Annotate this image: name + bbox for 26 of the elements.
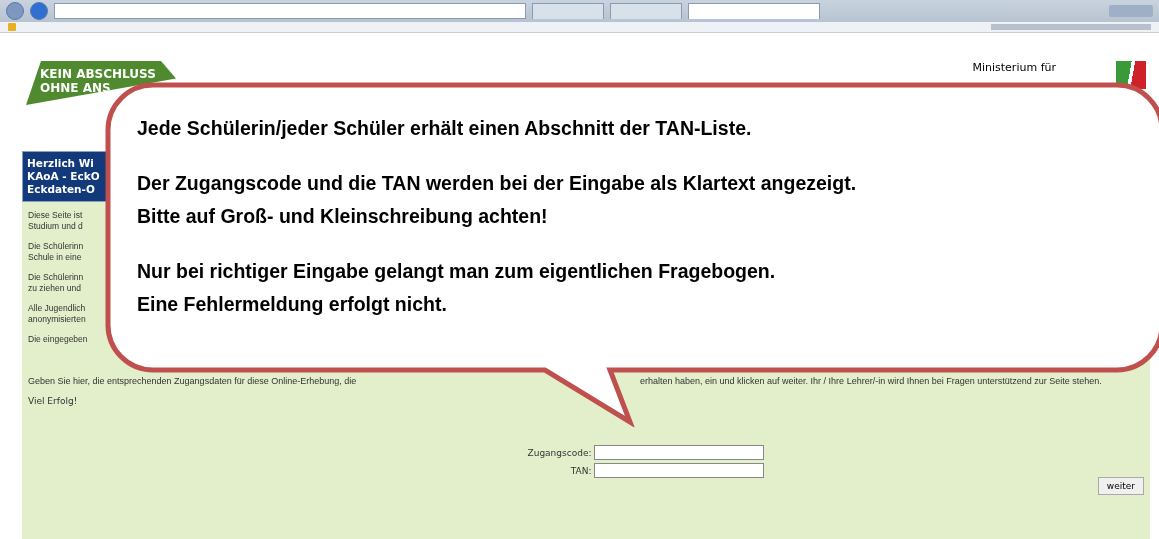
browser-tab[interactable] [688,3,820,19]
intro-paragraph: Diese Seite ist Studium und d [28,210,83,232]
ministry-name: Ministerium für [972,61,1056,74]
intro-paragraph: Alle Jugendlich anonymisierten [28,303,86,325]
instruction-text: Geben Sie hier, die entsprechenden Zugangsdaten für diese Online-Erhebung, die [28,376,357,387]
callout-text: Bitte auf Groß- und Kleinschreibung achten! [137,204,549,229]
browser-tab[interactable] [610,3,682,19]
field-label: TAN: [569,465,592,476]
browser-tab[interactable] [532,3,604,19]
greeting-text: Viel Erfolg! [28,396,79,406]
submit-button[interactable]: weiter [1097,477,1144,495]
page-heading: Herzlich Wi KAoA - EckO Eckdaten-O [22,151,108,202]
callout-text: Jede Schülerin/jeder Schüler erhält einen Abschnitt der TAN-Liste. [137,116,753,141]
intro-paragraph: Die eingegeben [28,334,88,345]
instruction-text: erhalten haben, ein und klicken auf weiter. Ihr / Ihre Lehrer/-in wird Ihnen bei Fragen unterstützend zur Seite stehen. [640,376,1102,387]
intro-paragraph: Die Schülerinn zu ziehen und [28,272,84,294]
intro-paragraph: Die Schülerinn Schule in eine [28,241,84,263]
field-label: Zugangscode: [527,447,592,458]
input-field[interactable] [594,445,765,460]
input-field[interactable] [594,463,765,478]
forward-button[interactable] [30,2,48,20]
callout-text: Eine Fehlermeldung erfolgt nicht. [137,292,448,317]
callout-text: Der Zugangscode und die TAN werden bei der Eingabe als Klartext angezeigt. [137,171,858,196]
address-bar[interactable] [54,3,526,19]
callout-text: Nur bei richtiger Eingabe gelangt man zum eigentlichen Fragebogen. [137,259,777,284]
back-button[interactable] [6,2,24,20]
